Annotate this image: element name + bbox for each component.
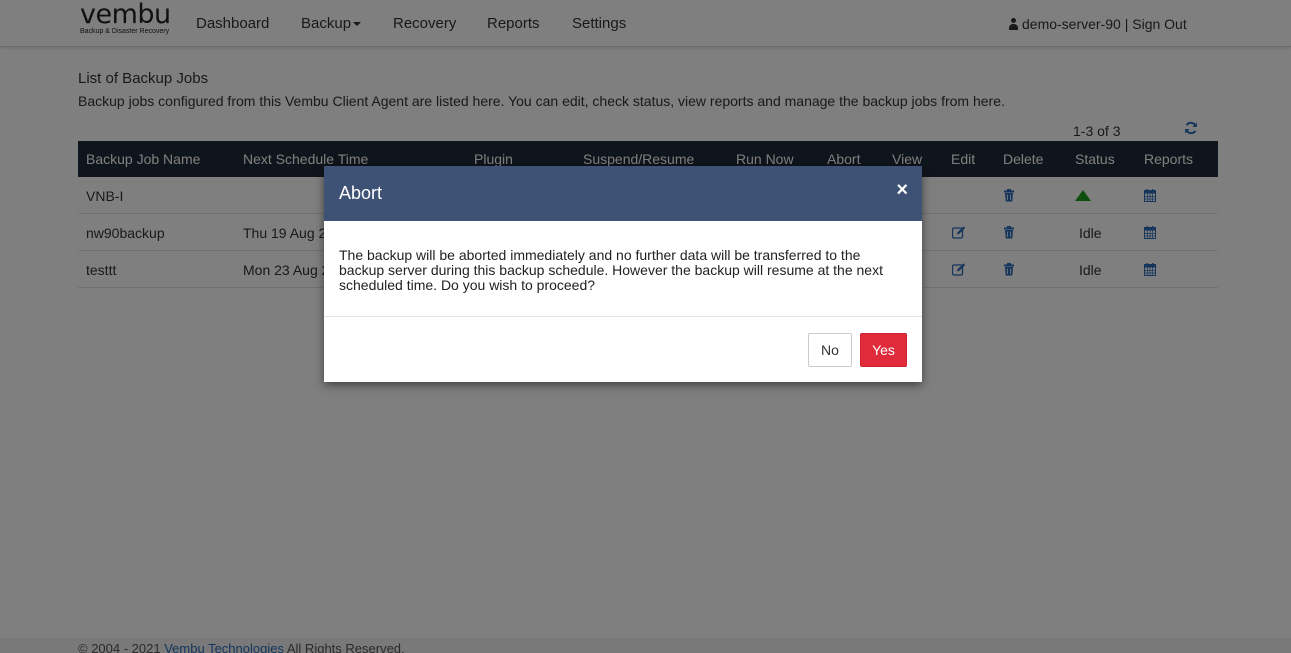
modal-footer: No Yes [324,317,922,382]
abort-dialog: Abort × The backup will be aborted immed… [324,166,922,382]
close-icon[interactable]: × [896,180,908,200]
modal-header: Abort × [324,166,922,221]
modal-message: The backup will be aborted immediately a… [324,221,922,317]
no-button[interactable]: No [808,333,852,367]
yes-button[interactable]: Yes [860,333,907,367]
modal-title: Abort [339,183,383,203]
